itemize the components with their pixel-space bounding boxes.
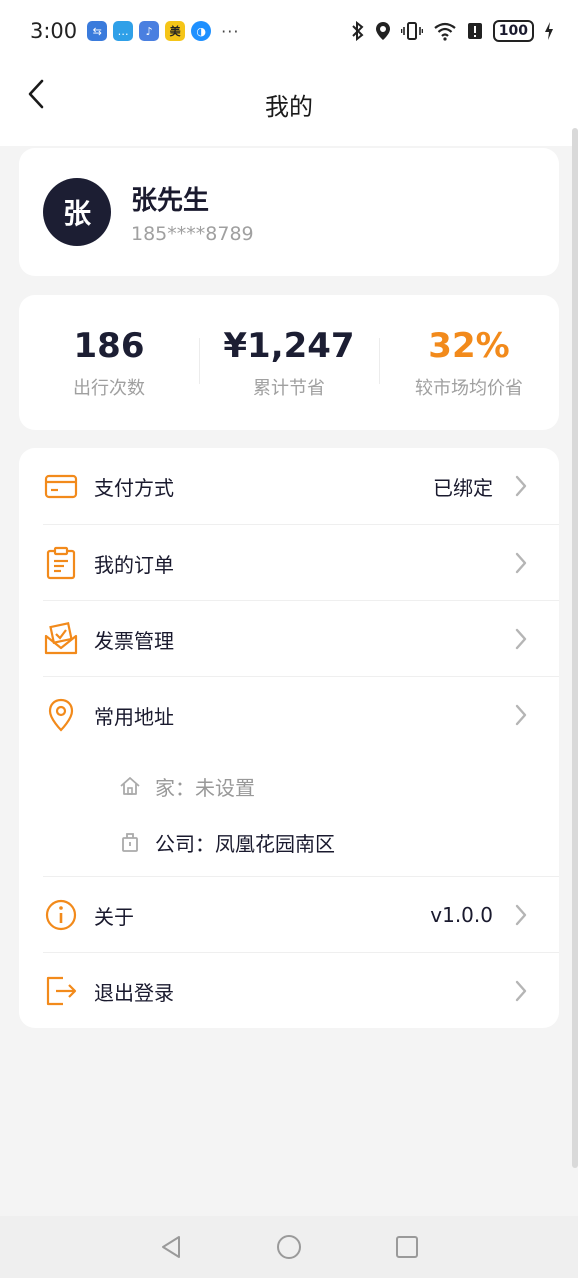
address-home[interactable]: 家： 未设置	[119, 766, 255, 806]
location-pin-icon	[48, 698, 74, 732]
page-title: 我的	[265, 92, 313, 121]
stats-card: 186 出行次数 ¥1,247 累计节省 32% 较市场均价省	[19, 295, 559, 430]
menu-item-about[interactable]: 关于 v1.0.0	[19, 877, 559, 953]
payment-status: 已绑定	[433, 475, 493, 500]
stat-value: 32%	[428, 325, 510, 366]
back-button[interactable]	[18, 76, 54, 112]
message-icon: …	[113, 21, 134, 41]
menu-card: 支付方式 已绑定 我的订单 发票管理 常用地址 家： 未设置 公司： 凤凰花园南…	[19, 448, 559, 1028]
nav-back-icon[interactable]	[157, 1233, 185, 1261]
profile-info: 张先生 185****8789	[131, 180, 254, 245]
alert-icon	[467, 23, 482, 39]
chevron-right-icon	[515, 980, 527, 1002]
stat-label: 较市场均价省	[415, 377, 523, 399]
stat-label: 累计节省	[253, 377, 325, 399]
status-app-icons: ⇆ … ♪ 美 ◑ ···	[87, 21, 239, 41]
logout-icon	[46, 976, 77, 1006]
music-icon: ♪	[139, 21, 160, 41]
stat-label: 出行次数	[73, 377, 145, 399]
stat-value: 186	[73, 325, 145, 366]
app-version: v1.0.0	[430, 903, 493, 927]
menu-item-logout[interactable]: 退出登录	[19, 953, 559, 1029]
chevron-right-icon	[515, 704, 527, 726]
bluetooth-icon	[352, 21, 364, 41]
address-key: 家：	[155, 775, 195, 800]
stat-trips: 186 出行次数	[19, 326, 199, 400]
briefcase-icon	[122, 833, 138, 852]
status-bar: 3:00 ⇆ … ♪ 美 ◑ ··· 100	[0, 0, 578, 62]
home-icon	[120, 777, 140, 795]
menu-item-invoice[interactable]: 发票管理	[19, 601, 559, 677]
more-notifications-icon: ···	[221, 21, 240, 41]
stat-discount: 32% 较市场均价省	[379, 326, 559, 400]
stat-value: ¥1,247	[223, 325, 355, 366]
chevron-right-icon	[515, 552, 527, 574]
system-nav-bar	[0, 1216, 578, 1278]
address-value: 凤凰花园南区	[215, 831, 335, 856]
wifi-icon	[434, 22, 456, 41]
address-company[interactable]: 公司： 凤凰花园南区	[119, 822, 335, 862]
top-nav-bar: 我的	[0, 62, 578, 146]
avatar: 张	[43, 178, 111, 246]
charging-icon	[545, 22, 553, 40]
address-value: 未设置	[195, 775, 255, 800]
stat-savings: ¥1,247 累计节省	[199, 326, 379, 400]
user-name: 张先生	[131, 185, 210, 216]
profile-card[interactable]: 张 张先生 185****8789	[19, 148, 559, 276]
meituan-icon: 美	[165, 21, 186, 41]
clipboard-icon	[46, 546, 76, 580]
menu-label: 我的订单	[94, 552, 174, 577]
status-system-icons: 100	[351, 20, 554, 42]
menu-label: 退出登录	[94, 980, 174, 1005]
chevron-right-icon	[515, 475, 527, 497]
menu-item-address[interactable]: 常用地址	[19, 677, 559, 753]
user-phone: 185****8789	[131, 222, 254, 245]
chevron-left-icon	[28, 79, 44, 109]
chevron-right-icon	[515, 628, 527, 650]
nav-recents-icon[interactable]	[393, 1233, 421, 1261]
menu-label: 常用地址	[94, 704, 174, 729]
address-key: 公司：	[155, 831, 215, 856]
invoice-icon	[44, 621, 78, 655]
menu-item-payment[interactable]: 支付方式 已绑定	[19, 448, 559, 524]
menu-label: 发票管理	[94, 628, 174, 653]
usb-icon: ⇆	[87, 21, 108, 41]
menu-label: 关于	[94, 904, 134, 929]
menu-label: 支付方式	[94, 475, 174, 500]
battery-level: 100	[492, 20, 534, 42]
chevron-right-icon	[515, 904, 527, 926]
vibrate-icon	[400, 22, 423, 40]
browser-icon: ◑	[191, 21, 212, 41]
credit-card-icon	[44, 474, 78, 499]
status-time: 3:00	[30, 19, 78, 43]
menu-item-orders[interactable]: 我的订单	[19, 525, 559, 601]
nav-home-icon[interactable]	[275, 1233, 303, 1261]
location-icon	[375, 22, 390, 40]
scrollbar[interactable]	[572, 128, 578, 1168]
info-icon	[45, 899, 77, 931]
